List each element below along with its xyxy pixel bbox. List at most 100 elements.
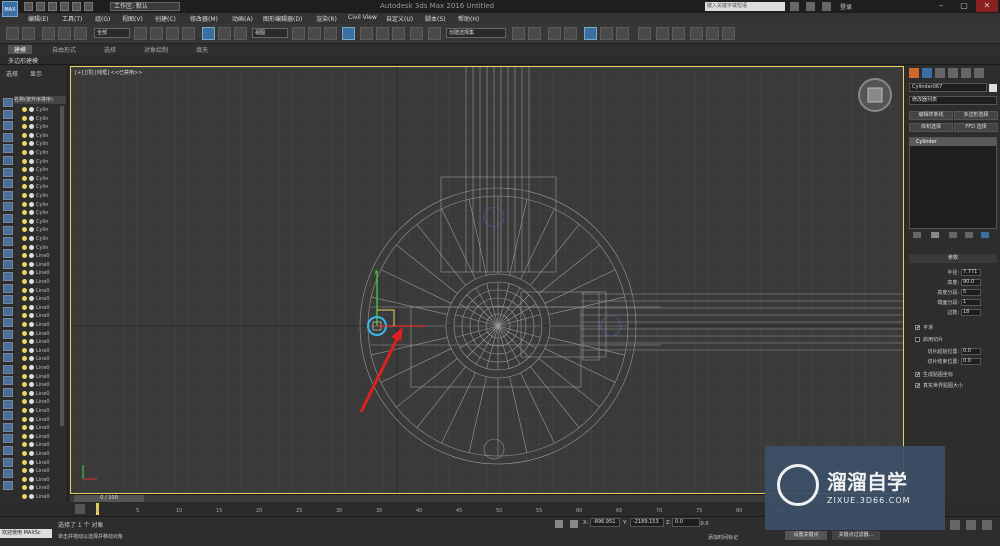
explorer-filter-icon[interactable] <box>3 411 13 421</box>
scene-item[interactable]: Line0 <box>22 355 65 363</box>
freeze-icon[interactable] <box>29 390 34 396</box>
freeze-icon[interactable] <box>29 184 34 190</box>
menu-edit[interactable]: 编辑(E) <box>28 14 48 23</box>
explorer-filter-icon[interactable] <box>3 469 13 479</box>
light-bulb-icon[interactable] <box>22 425 27 431</box>
explorer-filter-icon[interactable] <box>3 132 13 142</box>
explorer-filter-icon[interactable] <box>3 121 13 131</box>
scene-item[interactable]: Line0 <box>22 390 65 398</box>
explorer-filter-icon[interactable] <box>3 318 13 328</box>
remove-modifier-icon[interactable] <box>965 232 973 238</box>
real-world-checkbox[interactable]: ✔ 真实世界贴图大小 <box>915 382 995 390</box>
z-coordinate[interactable]: 0.0 <box>672 518 700 527</box>
keyboard-shortcut-icon[interactable] <box>324 27 337 40</box>
scene-item[interactable]: Cylin <box>22 244 65 252</box>
explorer-filter-icon[interactable] <box>3 248 13 258</box>
explorer-filter-icon[interactable] <box>3 214 13 223</box>
light-bulb-icon[interactable] <box>22 253 27 259</box>
freeze-icon[interactable] <box>29 124 34 130</box>
param-value[interactable]: 5 <box>961 289 981 296</box>
percent-snap-icon[interactable] <box>376 27 389 40</box>
mirror-tool-icon[interactable] <box>512 27 525 40</box>
tab-populate[interactable]: 填充 <box>196 45 208 54</box>
hierarchy-tab-icon[interactable] <box>935 68 945 78</box>
make-unique-icon[interactable] <box>949 232 957 238</box>
light-bulb-icon[interactable] <box>22 167 27 173</box>
explorer-filter-icon[interactable] <box>3 109 13 119</box>
render-activeshade-icon[interactable] <box>706 27 719 40</box>
explorer-filter-icon[interactable] <box>3 237 13 247</box>
light-bulb-icon[interactable] <box>22 261 27 267</box>
parameters-rollout-header[interactable]: 参数 <box>909 254 997 263</box>
slice-from-value[interactable]: 0.0 <box>961 348 981 355</box>
freeze-icon[interactable] <box>29 296 34 302</box>
scene-item[interactable]: Cylin <box>22 132 65 140</box>
freeze-icon[interactable] <box>29 175 34 181</box>
y-coordinate[interactable]: -2189.153 <box>630 518 664 527</box>
scene-item[interactable]: Cylin <box>22 149 65 157</box>
set-key-button[interactable]: 设置关键点 <box>785 531 827 540</box>
modifier-stack[interactable]: Cylinder <box>909 137 997 229</box>
explorer-filter-icon[interactable] <box>3 376 13 386</box>
motion-tab-icon[interactable] <box>948 68 958 78</box>
freeze-icon[interactable] <box>29 494 34 499</box>
menu-help[interactable]: 帮助(H) <box>458 14 479 23</box>
freeze-icon[interactable] <box>29 313 34 319</box>
window-crossing-icon[interactable] <box>182 27 195 40</box>
light-bulb-icon[interactable] <box>22 150 27 155</box>
material-editor-icon[interactable] <box>638 27 651 40</box>
light-bulb-icon[interactable] <box>22 390 27 396</box>
bind-spacewarp-icon[interactable] <box>74 27 87 40</box>
object-color-swatch[interactable] <box>989 84 997 92</box>
param-value[interactable]: 7.771 <box>961 269 981 276</box>
explorer-filter-icon[interactable] <box>3 330 13 339</box>
open-icon[interactable] <box>36 2 45 11</box>
scene-item[interactable]: Line0 <box>22 252 65 260</box>
scene-item[interactable]: Cylin <box>22 175 65 183</box>
param-field[interactable]: 边数: 18 <box>911 309 991 317</box>
light-bulb-icon[interactable] <box>22 459 27 465</box>
scene-item[interactable]: Cylin <box>22 166 65 174</box>
light-bulb-icon[interactable] <box>22 347 27 353</box>
workspace-dropdown[interactable]: 工作区: 默认 <box>110 2 180 11</box>
scene-item[interactable]: Line0 <box>22 364 65 372</box>
rendered-frame-icon[interactable] <box>672 27 685 40</box>
scene-item[interactable]: Cylin <box>22 123 65 131</box>
scene-item[interactable]: Cylin <box>22 226 65 234</box>
freeze-icon[interactable] <box>29 132 34 138</box>
ffd-select-button[interactable]: FFD 选择 <box>954 123 998 132</box>
freeze-icon[interactable] <box>29 442 34 448</box>
minimize-icon[interactable]: – <box>930 0 952 12</box>
scene-item[interactable]: Line0 <box>22 347 65 355</box>
light-bulb-icon[interactable] <box>22 416 27 422</box>
menu-views[interactable]: 视图(V) <box>122 14 143 23</box>
light-bulb-icon[interactable] <box>22 494 27 499</box>
freeze-icon[interactable] <box>29 141 34 147</box>
light-bulb-icon[interactable] <box>22 218 27 224</box>
freeze-icon[interactable] <box>29 167 34 173</box>
light-bulb-icon[interactable] <box>22 236 27 241</box>
freeze-icon[interactable] <box>29 416 34 422</box>
edit-spline-button[interactable]: 编辑样条线 <box>909 111 953 120</box>
slice-from-field[interactable]: 切片起始位置: 0.0 <box>911 348 991 356</box>
add-time-tag[interactable]: 添加时间标记 <box>708 534 738 541</box>
param-value[interactable]: 1 <box>961 299 981 306</box>
slice-on-checkbox[interactable]: 启用切片 <box>915 336 995 344</box>
scene-item[interactable]: Line0 <box>22 381 65 389</box>
freeze-icon[interactable] <box>29 287 34 293</box>
slice-to-value[interactable]: 0.0 <box>961 358 981 365</box>
display-tab-icon[interactable] <box>961 68 971 78</box>
freeze-icon[interactable] <box>29 459 34 465</box>
light-bulb-icon[interactable] <box>22 365 27 370</box>
light-bulb-icon[interactable] <box>22 373 27 379</box>
freeze-icon[interactable] <box>29 236 34 241</box>
absolute-mode-icon[interactable] <box>570 520 578 528</box>
scene-item[interactable]: Cylin <box>22 140 65 148</box>
named-selection-sets-dropdown[interactable]: 创建选择集 <box>446 28 506 38</box>
scene-item[interactable]: Line0 <box>22 441 65 449</box>
freeze-icon[interactable] <box>29 193 34 198</box>
render-iterative-icon[interactable] <box>722 27 735 40</box>
scene-item[interactable]: Line0 <box>22 433 65 441</box>
edit-named-sets-icon[interactable] <box>410 27 423 40</box>
align-icon[interactable] <box>528 27 541 40</box>
